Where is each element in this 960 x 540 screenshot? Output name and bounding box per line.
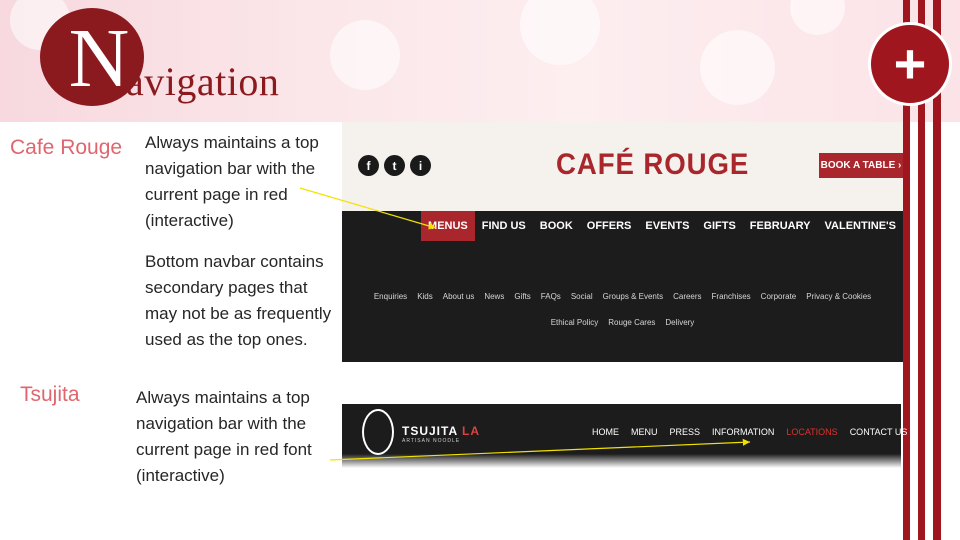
annotation-arrows bbox=[299, 187, 751, 461]
arrow-to-active-location bbox=[329, 438, 751, 461]
arrow-to-active-menu bbox=[299, 187, 437, 230]
